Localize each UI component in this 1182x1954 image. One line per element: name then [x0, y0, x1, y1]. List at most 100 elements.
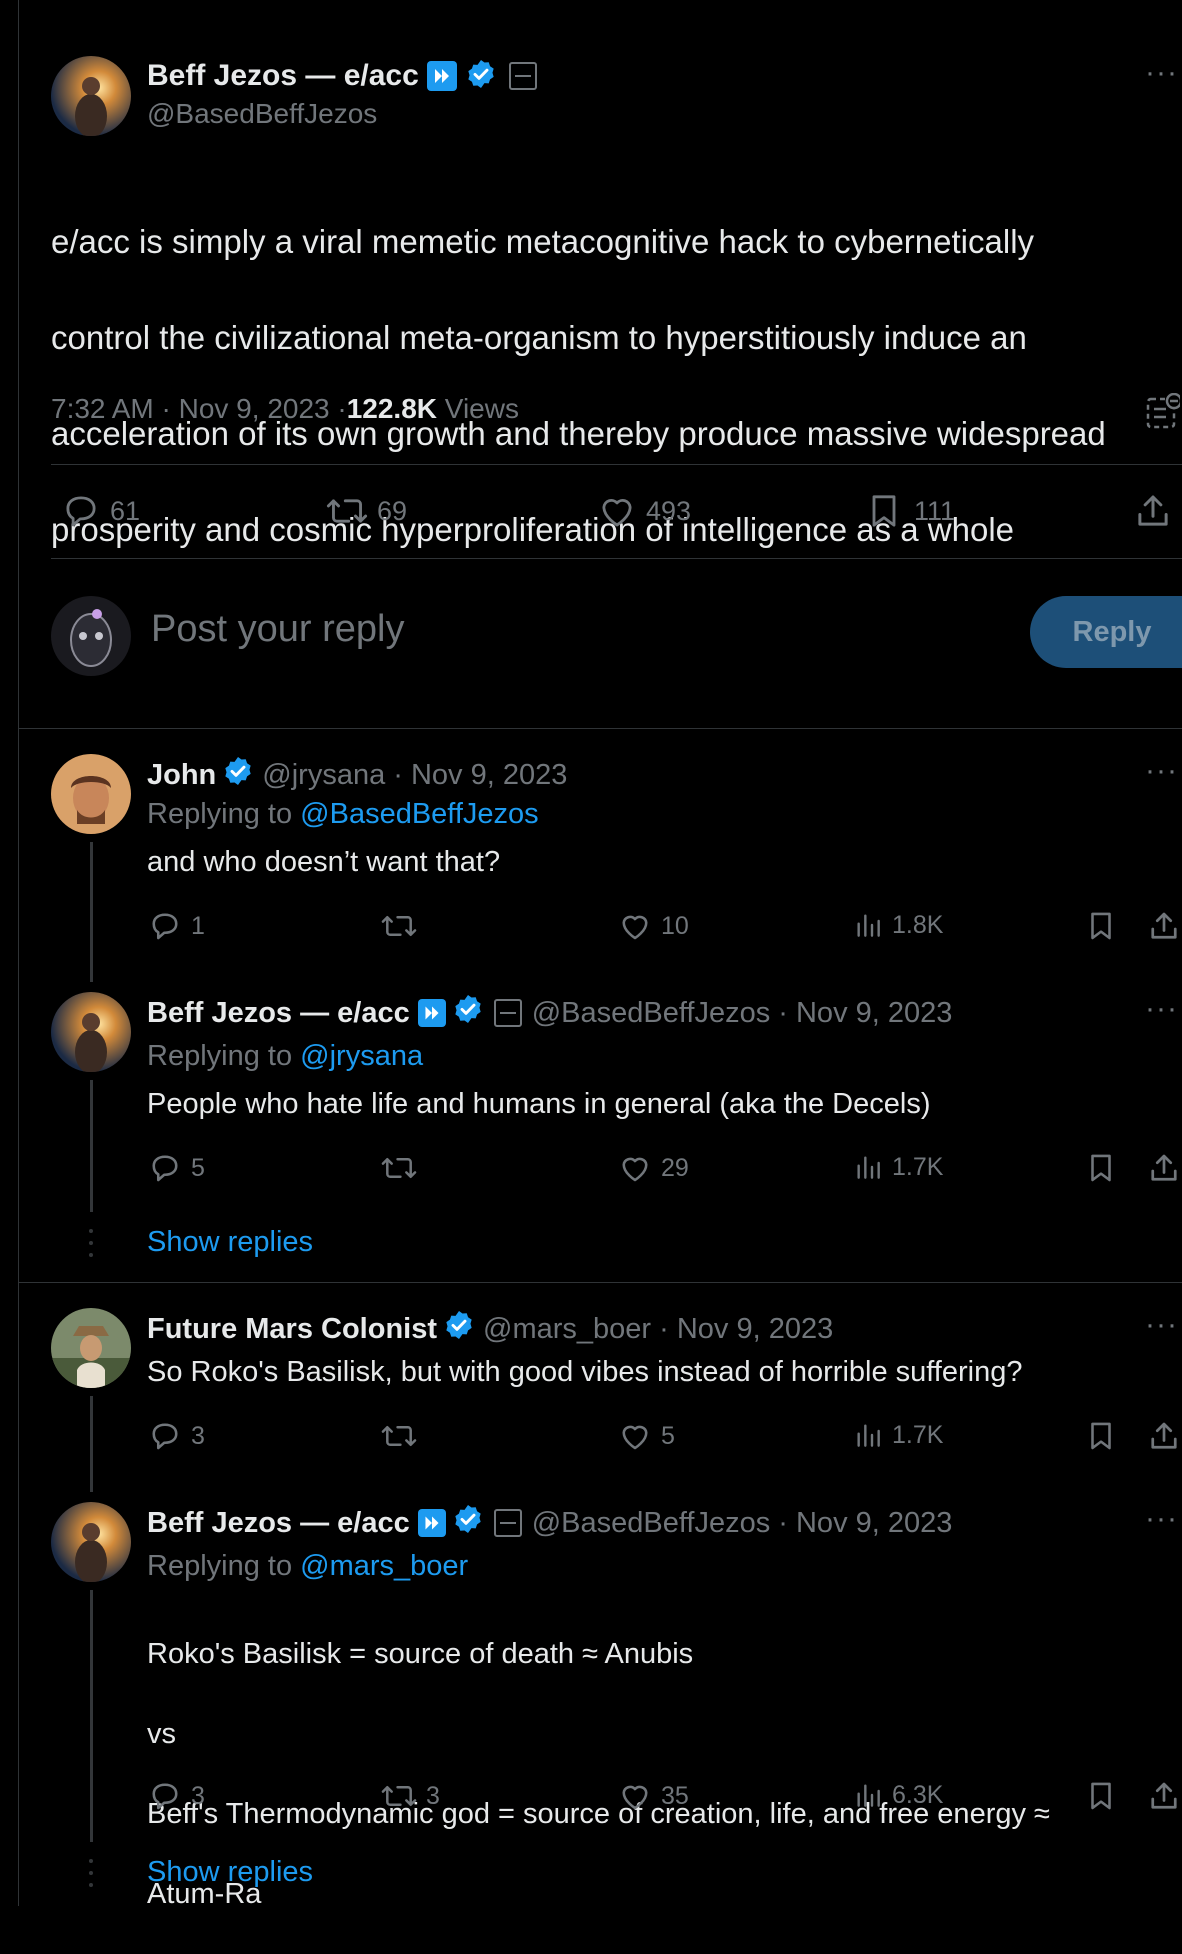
avatar[interactable] [51, 992, 131, 1072]
reply-text: Roko's Basilisk = source of death ≈ Anub… [147, 1594, 1050, 1954]
reply-icon [60, 490, 102, 532]
divider [18, 728, 1182, 729]
reply-meta[interactable]: @BasedBeffJezos · Nov 9, 2023 [532, 997, 953, 1030]
views-button[interactable]: 6.3K [852, 1778, 943, 1812]
bookmark-icon [1084, 1418, 1118, 1454]
like-count: 35 [661, 1781, 689, 1810]
more-options-icon[interactable]: ··· [1145, 992, 1178, 1026]
heart-icon [596, 490, 638, 532]
reply-count: 1 [191, 911, 205, 940]
replying-to: Replying to @mars_boer [147, 1550, 468, 1583]
replying-to-link[interactable]: @mars_boer [300, 1550, 468, 1583]
repost-button[interactable]: 3 [380, 1778, 440, 1814]
reply-input[interactable]: Post your reply [151, 608, 404, 651]
replying-to: Replying to @BasedBeffJezos [147, 798, 539, 831]
avatar[interactable] [51, 1308, 131, 1388]
more-options-icon[interactable]: ··· [1145, 56, 1178, 90]
reply-button[interactable]: 61 [60, 490, 140, 532]
reply-author-name[interactable]: John [147, 759, 216, 792]
thread-dots [89, 1858, 93, 1888]
reply-button[interactable]: 5 [147, 1150, 205, 1186]
share-button[interactable] [1146, 908, 1182, 944]
share-button[interactable] [1132, 490, 1174, 532]
repost-count: 69 [377, 495, 408, 526]
like-button[interactable]: 5 [617, 1418, 675, 1454]
share-icon [1146, 1150, 1182, 1186]
tweet-text-line: control the civilizational meta-organism… [51, 319, 1027, 356]
share-button[interactable] [1146, 1150, 1182, 1186]
reply-icon [147, 908, 183, 944]
show-replies-link[interactable]: Show replies [147, 1856, 313, 1889]
reply-submit-button[interactable]: Reply [1030, 596, 1182, 668]
reply-author-name[interactable]: Beff Jezos — e/acc [147, 1507, 410, 1540]
author-handle[interactable]: @BasedBeffJezos [147, 98, 377, 130]
reply-author-name[interactable]: Future Mars Colonist [147, 1313, 437, 1346]
replying-to-link[interactable]: @BasedBeffJezos [300, 798, 539, 831]
tweet-timestamp[interactable]: 7:32 AM · Nov 9, 2023 · [51, 393, 347, 425]
bookmark-button[interactable] [1084, 1418, 1118, 1454]
author-name[interactable]: Beff Jezos — e/acc [147, 59, 419, 93]
views-count: 6.3K [892, 1780, 944, 1809]
replying-to-label: Replying to [147, 798, 301, 830]
affiliate-badge-icon [508, 62, 537, 90]
like-count: 493 [646, 495, 692, 526]
show-replies-link[interactable]: Show replies [147, 1226, 313, 1259]
reply-text-line: vs [147, 1718, 176, 1750]
repost-button[interactable] [380, 908, 418, 944]
bookmark-button[interactable] [1084, 1778, 1118, 1814]
like-button[interactable]: 10 [617, 908, 689, 944]
reply-button[interactable]: 1 [147, 908, 205, 944]
reply-meta[interactable]: @mars_boer · Nov 9, 2023 [483, 1313, 833, 1346]
more-options-icon[interactable]: ··· [1145, 754, 1178, 788]
like-button[interactable]: 29 [617, 1150, 689, 1186]
views-button[interactable]: 1.7K [852, 1150, 943, 1184]
reply-text: So Roko's Basilisk, but with good vibes … [147, 1356, 1023, 1388]
repost-button[interactable] [380, 1418, 418, 1454]
bookmark-button[interactable]: 111 [864, 490, 955, 532]
verified-badge-icon [452, 1503, 484, 1543]
thread-line [90, 1080, 93, 1212]
more-options-icon[interactable]: ··· [1145, 1308, 1178, 1342]
heart-icon [617, 908, 653, 944]
tweet-text-line: e/acc is simply a viral memetic metacogn… [51, 223, 1035, 260]
like-count: 29 [661, 1153, 689, 1182]
heart-icon [617, 1418, 653, 1454]
post-analytics-icon[interactable] [1146, 392, 1182, 436]
reply-header: Future Mars Colonist @mars_boer · Nov 9,… [147, 1308, 833, 1350]
share-button[interactable] [1146, 1418, 1182, 1454]
like-button[interactable]: 35 [617, 1778, 689, 1814]
bookmark-button[interactable] [1084, 1150, 1118, 1186]
replying-to: Replying to @jrysana [147, 1040, 423, 1073]
repost-icon [380, 908, 418, 944]
views-chart-icon [852, 1778, 884, 1812]
author-header: Beff Jezos — e/acc [147, 54, 537, 98]
reply-button[interactable]: 3 [147, 1418, 205, 1454]
avatar[interactable] [51, 754, 131, 834]
repost-button[interactable]: 69 [325, 490, 407, 532]
bookmark-button[interactable] [1084, 908, 1118, 944]
divider [18, 1282, 1182, 1283]
avatar[interactable] [51, 1502, 131, 1582]
repost-button[interactable] [380, 1150, 418, 1186]
reply-text: People who hate life and humans in gener… [147, 1088, 931, 1120]
reply-icon [147, 1150, 183, 1186]
share-icon [1146, 908, 1182, 944]
views-button[interactable]: 1.8K [852, 908, 943, 942]
like-button[interactable]: 493 [596, 490, 691, 532]
author-avatar[interactable] [51, 56, 131, 136]
current-user-avatar[interactable] [51, 596, 131, 676]
reply-button[interactable]: 3 [147, 1778, 205, 1814]
reply-meta[interactable]: @BasedBeffJezos · Nov 9, 2023 [532, 1507, 953, 1540]
like-count: 5 [661, 1421, 675, 1450]
like-count: 10 [661, 911, 689, 940]
reply-author-name[interactable]: Beff Jezos — e/acc [147, 997, 410, 1030]
views-button[interactable]: 1.7K [852, 1418, 943, 1452]
share-button[interactable] [1146, 1778, 1182, 1814]
tweet-meta: 7:32 AM · Nov 9, 2023 · 122.8K Views [51, 393, 519, 425]
more-options-icon[interactable]: ··· [1145, 1502, 1178, 1536]
replying-to-link[interactable]: @jrysana [300, 1040, 423, 1073]
reply-meta[interactable]: @jrysana · Nov 9, 2023 [262, 759, 567, 792]
heart-icon [617, 1778, 653, 1814]
replying-to-label: Replying to [147, 1550, 301, 1582]
verified-badge-icon [452, 993, 484, 1033]
